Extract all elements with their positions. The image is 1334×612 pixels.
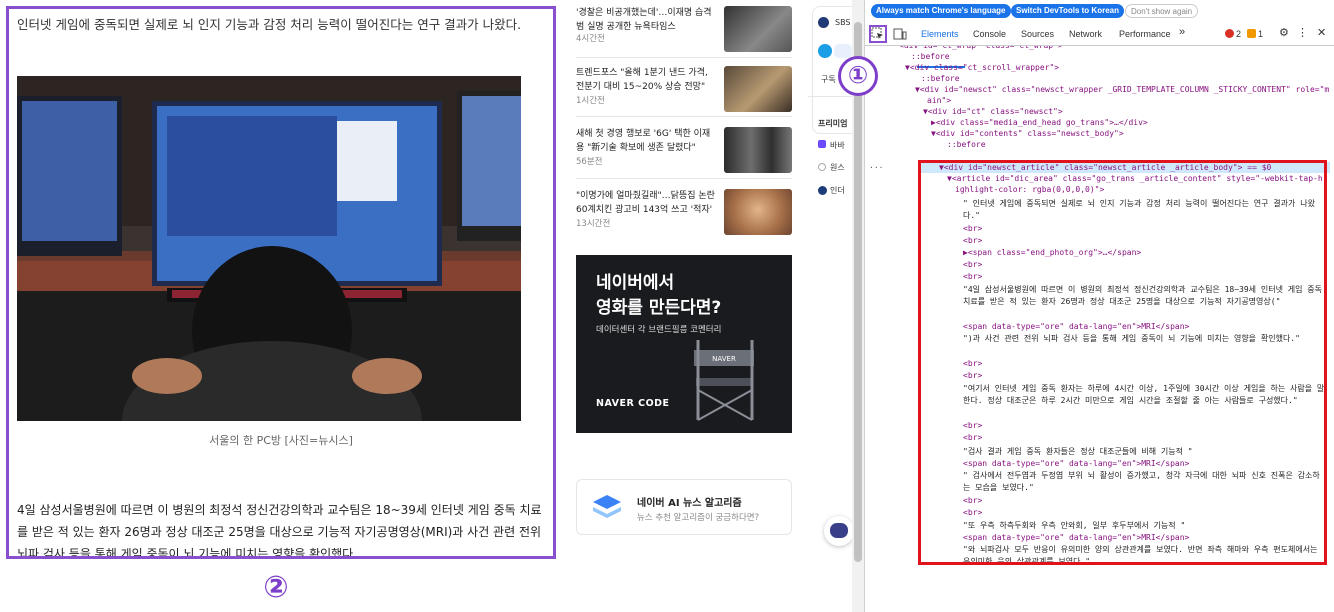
dom-node-line[interactable]: ::before — [921, 73, 960, 84]
director-chair-icon: NAVER — [694, 340, 754, 421]
devtools-infobar: Always match Chrome's language Switch De… — [865, 0, 1334, 22]
settings-gear-icon[interactable]: ⚙ — [1279, 26, 1289, 39]
chatbot-button[interactable] — [824, 516, 854, 546]
news-thumbnail[interactable] — [724, 189, 792, 235]
news-item[interactable]: "이명가에 얼마줬길래"…닭뜽집 논란 60계치킨 광고비 143억 쓰고 '적… — [576, 189, 796, 247]
inspect-cursor-icon — [871, 27, 883, 39]
news-time: 4시간전 — [576, 34, 605, 44]
ad-headline-line2: 영화를 만든다면? — [596, 298, 722, 318]
sbs-logo-icon — [818, 17, 829, 28]
more-menu-icon[interactable]: ⋮ — [1297, 26, 1308, 39]
row-ellipsis[interactable]: ··· — [869, 162, 883, 173]
news-thumbnail[interactable] — [724, 6, 792, 52]
news-thumbnail[interactable] — [724, 66, 792, 112]
news-thumbnail[interactable] — [724, 127, 792, 173]
more-tabs-chevron-icon[interactable]: » — [1179, 26, 1185, 38]
dom-node-line[interactable]: ▼<div id="contents" class="newsct_body"> — [931, 128, 1124, 139]
news-time: 13시간전 — [576, 219, 611, 229]
dom-node-line[interactable]: ▼<div id="ct" class="newsct"> — [923, 106, 1063, 117]
ad-footer: NAVER CODE — [596, 398, 670, 409]
inspect-element-button[interactable] — [869, 25, 887, 43]
side-sbs[interactable]: SBS — [835, 18, 851, 27]
tab-network[interactable]: Network — [1069, 29, 1102, 39]
news-item[interactable]: '경찰은 비공개했는데'…이재명 습격범 실명 공개한 뉴욕타임스 4시간전 — [576, 6, 796, 64]
side-item[interactable]: 바바 — [830, 140, 845, 151]
warning-count[interactable]: 1 — [1258, 29, 1263, 39]
article-body: 4일 삼성서울병원에 따르면 이 병원의 최정석 정신건강의학과 교수팀은 18… — [17, 503, 542, 559]
premium-icon — [818, 140, 826, 148]
premium-icon — [818, 186, 827, 195]
error-count[interactable]: 2 — [1236, 29, 1241, 39]
article-panel: 인터넷 게임에 중독되면 실제로 뇌 인지 기능과 감정 처리 능력이 떨어진다… — [6, 6, 556, 559]
dom-node-line[interactable]: ▶<div class="media_end_head go_trans">…<… — [931, 117, 1148, 128]
side-item[interactable]: 원스 — [830, 162, 845, 173]
dom-node-line[interactable]: ::before — [947, 139, 986, 150]
dom-node-line[interactable]: ▼<div class="ct_scroll_wrapper"> — [905, 62, 1059, 73]
error-icon[interactable] — [1225, 29, 1234, 38]
tab-sources[interactable]: Sources — [1021, 29, 1054, 39]
divider — [808, 96, 854, 97]
ad-headline: 네이버에서영화를 만든다면? — [596, 271, 721, 321]
tab-performance[interactable]: Performance — [1119, 29, 1171, 39]
close-icon[interactable]: ✕ — [1317, 26, 1326, 39]
page-scrollbar-thumb[interactable] — [854, 22, 862, 562]
algo-title: 네이버 AI 뉴스 알고리즘 — [637, 498, 742, 509]
divider — [576, 178, 792, 179]
article-intro: 인터넷 게임에 중독되면 실제로 뇌 인지 기능과 감정 처리 능력이 떨어진다… — [17, 17, 522, 32]
tab-elements[interactable]: Elements — [921, 29, 959, 39]
news-time: 56분전 — [576, 157, 603, 167]
side-subscribe-label[interactable]: 구독 — [821, 74, 836, 85]
device-toggle-icon[interactable] — [893, 28, 907, 40]
channel-icon[interactable] — [818, 44, 832, 58]
warning-icon[interactable] — [1247, 29, 1256, 38]
algo-subtitle: 뉴스 추천 알고리즘이 궁금하다면? — [637, 513, 760, 523]
divider — [576, 57, 792, 58]
annotation-marker-2: ② — [263, 570, 289, 605]
divider — [576, 116, 792, 117]
chair-label: NAVER — [712, 355, 736, 363]
news-item[interactable]: 새해 첫 경영 행보로 '6G' 택한 이재용 "新기술 확보에 생존 달렸다"… — [576, 127, 796, 185]
ad-headline-line1: 네이버에서 — [596, 273, 675, 293]
dont-show-again-button[interactable]: Don't show again — [1125, 4, 1199, 18]
side-premium: 프리미엄 — [818, 119, 848, 128]
ad-banner[interactable]: 네이버에서 영화를 만든다면? 데이터센터 각 브랜드필름 코멘터리 NAVER … — [576, 255, 792, 433]
chatbot-icon — [830, 523, 848, 538]
article-photo — [17, 76, 521, 421]
devtools-toolbar: Elements Console Sources Network Perform… — [865, 22, 1334, 68]
news-title[interactable]: "이명가에 얼마줬길래"…닭뜽집 논란 60계치킨 광고비 143억 쓰고 '적… — [576, 189, 716, 217]
news-title[interactable]: 트렌드포스 "올해 1분기 낸드 가격, 전분기 대비 15~20% 상승 전망… — [576, 66, 716, 94]
match-language-button[interactable]: Always match Chrome's language — [871, 4, 1011, 18]
channel-icon[interactable] — [834, 44, 852, 58]
switch-korean-button[interactable]: Switch DevTools to Korean — [1011, 4, 1124, 18]
dom-node-line[interactable]: ▼<div id="newsct" class="newsct_wrapper … — [915, 84, 1329, 95]
news-title[interactable]: '경찰은 비공개했는데'…이재명 습격범 실명 공개한 뉴욕타임스 — [576, 6, 716, 34]
dom-node-line[interactable]: ain"> — [927, 95, 951, 106]
layers-icon — [593, 495, 621, 518]
ai-algorithm-card[interactable]: 네이버 AI 뉴스 알고리즘 뉴스 추천 알고리즘이 궁금하다면? — [576, 479, 792, 535]
photo-caption: 서울의 한 PC방 [사진=뉴시스] — [209, 434, 353, 447]
dom-node-line[interactable]: ::before — [911, 51, 950, 62]
news-time: 1시간전 — [576, 96, 605, 106]
highlight-box — [918, 160, 1327, 565]
premium-icon — [818, 163, 826, 171]
news-title[interactable]: 새해 첫 경영 행보로 '6G' 택한 이재용 "新기술 확보에 생존 달렸다" — [576, 127, 716, 155]
tab-console[interactable]: Console — [973, 29, 1006, 39]
side-item[interactable]: 인더 — [830, 185, 845, 196]
annotation-marker-1: ① — [838, 56, 878, 96]
